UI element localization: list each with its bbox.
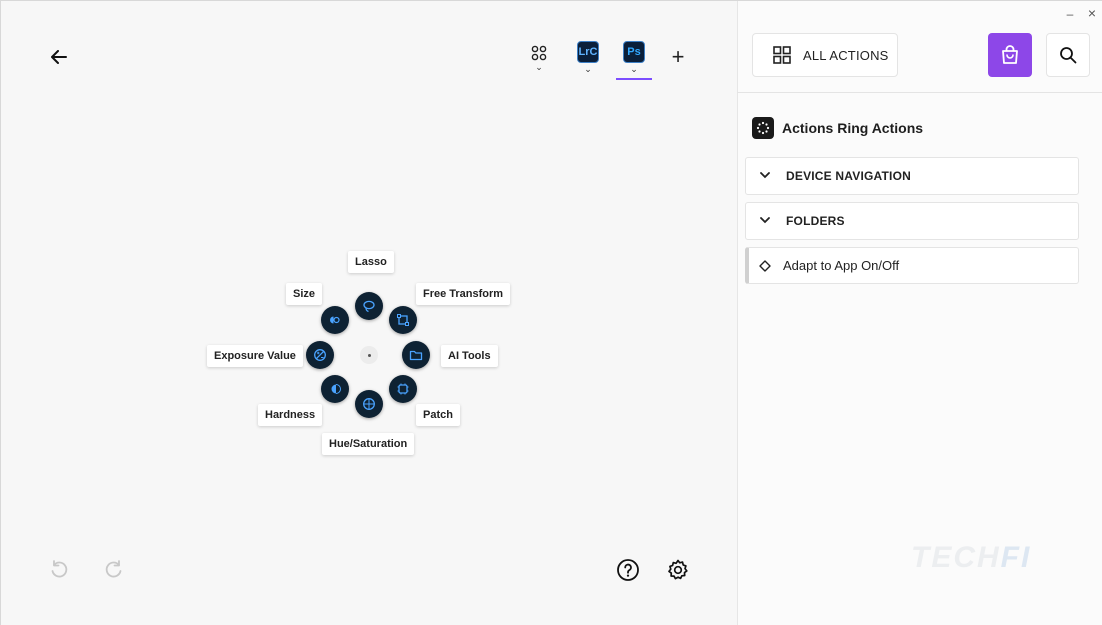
lightroom-classic-icon: LrC [577, 41, 599, 63]
folder-icon [409, 350, 423, 361]
accordion-label: DEVICE NAVIGATION [786, 169, 911, 183]
patch-icon [397, 383, 409, 395]
undo-button[interactable] [47, 557, 71, 581]
ring-label-exposure-value: Exposure Value [207, 345, 303, 367]
exposure-icon [314, 349, 326, 361]
brush-size-icon [330, 316, 340, 324]
ring-label-size: Size [286, 283, 323, 305]
ring-label-hue-saturation: Hue/Saturation [322, 433, 415, 455]
ring-slot-free-transform[interactable] [389, 306, 417, 334]
ring-center [360, 346, 378, 364]
accordion-label: FOLDERS [786, 214, 845, 228]
chevron-down-icon: ⌄ [584, 64, 592, 74]
panel-divider [737, 92, 1102, 93]
marketplace-button[interactable] [988, 33, 1032, 77]
close-button[interactable]: × [1084, 5, 1100, 21]
ring-editor-area: ⌄ LrC ⌄ Ps ⌄ + Lasso Free Transform AI T… [1, 1, 737, 625]
ring-slot-exposure-value[interactable] [306, 341, 334, 369]
ring-slot-hardness[interactable] [321, 375, 349, 403]
chevron-down-icon [760, 215, 772, 227]
photoshop-icon: Ps [623, 41, 645, 63]
app-tab-lightroom-classic[interactable]: LrC ⌄ [570, 41, 606, 81]
help-icon [617, 559, 639, 581]
watermark-logo: TECHFI [911, 541, 1032, 574]
ring-label-lasso: Lasso [348, 251, 394, 273]
ring-label-ai-tools: AI Tools [441, 345, 498, 367]
app-tab-photoshop[interactable]: Ps ⌄ [616, 41, 652, 81]
actions-ring-icon [752, 117, 774, 139]
redo-icon [105, 560, 122, 578]
actions-panel [737, 1, 1102, 625]
add-app-button[interactable]: + [666, 45, 690, 69]
ring-label-hardness: Hardness [258, 404, 323, 426]
all-actions-button[interactable]: ALL ACTIONS [752, 33, 898, 77]
ring-slot-ai-tools[interactable] [402, 341, 430, 369]
chevron-down-icon [760, 170, 772, 182]
app-tab-all-apps[interactable]: ⌄ [521, 41, 557, 81]
undo-icon [51, 560, 68, 578]
hue-saturation-icon [363, 398, 375, 410]
search-icon [1060, 47, 1077, 64]
brush-hardness-icon [331, 384, 341, 394]
section-header-actions-ring: Actions Ring Actions [752, 117, 923, 139]
accordion-device-navigation[interactable]: DEVICE NAVIGATION [745, 157, 1079, 195]
gear-icon [668, 559, 688, 580]
all-actions-label: ALL ACTIONS [803, 47, 889, 63]
chevron-down-icon: ⌄ [535, 62, 543, 72]
action-item-adapt-to-app[interactable]: Adapt to App On/Off [745, 247, 1079, 284]
arrow-left-icon [51, 50, 67, 64]
ring-slot-size[interactable] [321, 306, 349, 334]
lasso-icon [363, 300, 375, 313]
back-button[interactable] [45, 43, 73, 71]
action-item-label: Adapt to App On/Off [783, 258, 900, 273]
diamond-icon [759, 259, 771, 272]
ring-slot-lasso[interactable] [355, 292, 383, 320]
minimize-button[interactable]: – [1062, 7, 1078, 21]
redo-button[interactable] [102, 557, 126, 581]
settings-button[interactable] [665, 557, 691, 583]
help-button[interactable] [615, 557, 641, 583]
ring-label-free-transform: Free Transform [416, 283, 511, 305]
chevron-down-icon: ⌄ [630, 64, 638, 74]
ring-slot-patch[interactable] [389, 375, 417, 403]
accordion-folders[interactable]: FOLDERS [745, 202, 1079, 240]
apps-grid-icon [531, 45, 547, 61]
transform-icon [397, 314, 409, 326]
app-window: ⌄ LrC ⌄ Ps ⌄ + Lasso Free Transform AI T… [0, 0, 1102, 625]
ring-label-patch: Patch [416, 404, 460, 426]
active-tab-indicator [616, 78, 652, 80]
section-title: Actions Ring Actions [782, 120, 924, 136]
grid-icon [773, 46, 791, 64]
ring-slot-hue-saturation[interactable] [355, 390, 383, 418]
search-button[interactable] [1046, 33, 1090, 77]
shopping-bag-icon [1002, 45, 1018, 64]
